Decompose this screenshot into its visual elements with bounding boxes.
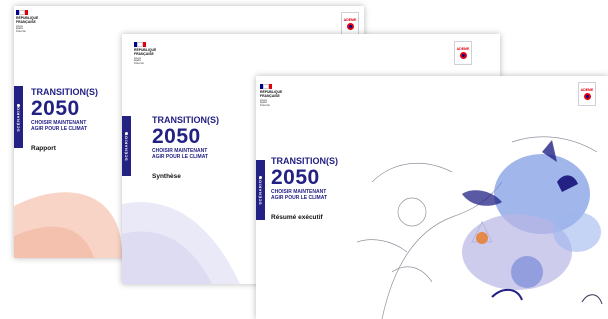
french-flag-icon [260,84,272,89]
cover-title: TRANSITION(S) 2050 CHOISIR MAINTENANT AG… [152,115,219,180]
report-cover-resume-executif[interactable]: RÉPUBLIQUE FRANÇAISE Liberté Égalité Fra… [256,76,608,319]
ademe-logo: ADEME [341,12,359,36]
ademe-logo: ADEME [454,41,472,65]
ademe-emblem-icon [459,52,467,59]
french-flag-icon [134,42,146,47]
republique-francaise-logo: RÉPUBLIQUE FRANÇAISE Liberté Égalité Fra… [260,84,294,108]
ademe-logo: ADEME [578,82,596,106]
ademe-emblem-icon [346,23,354,30]
vertical-series-bar: SCÉNARIOS [122,116,131,176]
lavender-wave-decoration [122,202,240,284]
republique-francaise-logo: RÉPUBLIQUE FRANÇAISE Liberté Égalité Fra… [134,42,168,66]
doc-type-label: Synthèse [152,173,181,180]
cover-title: TRANSITION(S) 2050 CHOISIR MAINTENANT AG… [271,156,338,221]
doc-type-label: Résumé exécutif [271,214,323,221]
doc-type-label: Rapport [31,145,56,152]
french-flag-icon [16,10,28,15]
vertical-series-bar: SCÉNARIOS [256,160,265,220]
cover-title: TRANSITION(S) 2050 CHOISIR MAINTENANT AG… [31,87,98,152]
climate-illustration [356,136,603,319]
vertical-series-bar: SCÉNARIOS [14,86,23,148]
republique-francaise-logo: RÉPUBLIQUE FRANÇAISE Liberté Égalité Fra… [16,10,50,34]
ademe-emblem-icon [583,93,591,100]
